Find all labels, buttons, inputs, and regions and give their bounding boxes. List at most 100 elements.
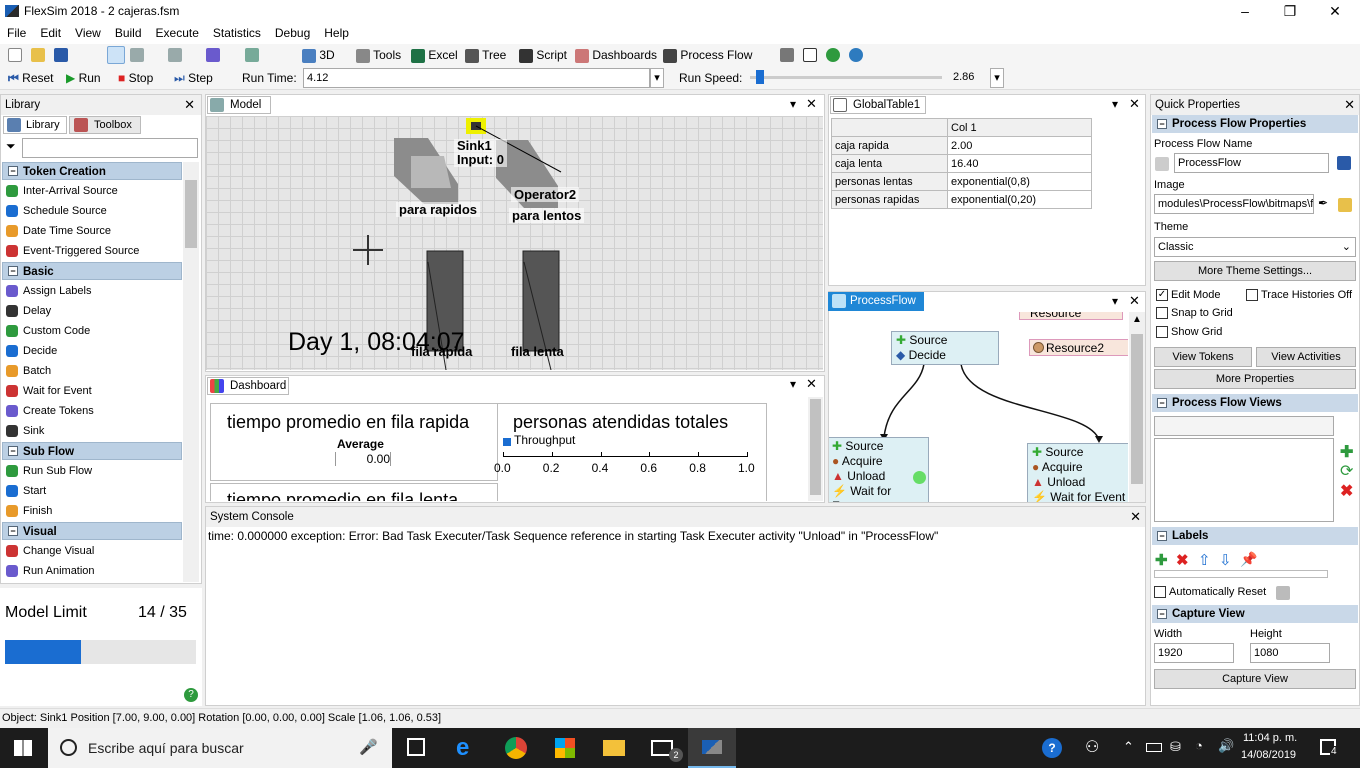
snap-to-grid-checkbox[interactable]: Snap to Grid [1156,307,1233,320]
checkbox-checked[interactable]: ✓ [1156,289,1168,302]
select-mode-icon[interactable] [107,46,125,64]
add-label-icon[interactable]: ✚ [1155,551,1168,569]
toolbar-script-button[interactable]: Script [519,47,567,63]
library-item[interactable]: Run Sub Flow [4,462,92,480]
edge-icon[interactable]: e [456,734,469,762]
maximize-icon[interactable]: ❐ [1267,0,1313,24]
auto-reset-checkbox[interactable]: Automatically Reset [1154,586,1266,599]
toolbar-processflow-button[interactable]: Process Flow [663,47,752,63]
pf-name-field[interactable]: ProcessFlow [1174,153,1329,173]
processflow-canvas[interactable]: ✚ Source ◆ Decide Resource Resource2 ✚ S… [829,312,1128,502]
more-properties-button[interactable]: More Properties [1154,369,1356,389]
link-icon[interactable] [1155,157,1169,171]
pf-activity-source[interactable]: ✚ Source [1032,445,1128,460]
pf-left-block[interactable]: ✚ Source ● Acquire ▲ Unload ⚡ Wait for E… [829,437,929,502]
pick-icon[interactable] [1337,156,1351,170]
toolbar-excel-button[interactable]: Excel [411,47,458,63]
browse-folder-icon[interactable] [1338,198,1352,212]
library-filter-input[interactable] [22,138,198,158]
library-scrollbar[interactable] [183,162,199,582]
library-item[interactable]: Batch [4,362,51,380]
task-view-icon[interactable] [407,738,425,756]
wifi-icon[interactable]: ◔ [1195,738,1203,753]
shape-icon[interactable] [206,48,220,62]
dashboard-dropdown-icon[interactable]: ▾ [790,377,796,391]
pf-activity-source[interactable]: ✚ Source [832,439,924,454]
library-category-visual[interactable]: − Visual [2,522,182,540]
pf-activity-source[interactable]: ✚ Source [896,333,994,348]
library-item[interactable]: Date Time Source [4,222,111,240]
library-item[interactable]: Assign Labels [4,282,92,300]
pf-resource-1[interactable]: Resource [1019,312,1123,320]
help-icon[interactable]: ? [184,688,198,702]
processflow-scroll-thumb[interactable] [1131,334,1143,484]
store-icon[interactable] [555,738,575,758]
clock-date[interactable]: 14/08/2019 [1241,749,1296,761]
more-theme-settings-button[interactable]: More Theme Settings... [1154,261,1356,281]
row-header[interactable]: caja rapida [831,136,948,155]
labels-table[interactable] [1154,570,1328,578]
library-close-icon[interactable]: ✕ [184,95,195,115]
file-explorer-icon[interactable] [603,740,625,756]
network-icon[interactable]: ⛁ [1170,739,1181,755]
microphone-icon[interactable]: 🎤 [359,728,378,768]
dashboard-widget-avg-lenta[interactable]: tiempo promedio en fila lenta [210,483,498,501]
console-close-icon[interactable]: ✕ [1130,507,1141,527]
run-speed-slider-thumb[interactable] [755,70,764,84]
library-item[interactable]: Inter-Arrival Source [4,182,118,200]
checkbox-unchecked[interactable] [1246,289,1258,302]
views-list[interactable] [1154,438,1334,522]
row-header[interactable]: caja lenta [831,154,948,173]
run-speed-dropdown[interactable]: ▾ [990,68,1004,88]
trace-histories-checkbox[interactable]: Trace Histories Off [1246,289,1352,302]
close-icon[interactable]: ✕ [1312,0,1358,24]
run-time-dropdown[interactable]: ▾ [650,68,664,88]
dashboard-scroll-thumb[interactable] [810,399,821,495]
library-item[interactable]: Sink [4,422,44,440]
taskbar-search-box[interactable]: Escribe aquí para buscar 🎤 [48,728,392,768]
checkbox-unchecked[interactable] [1154,586,1166,599]
pf-activity-acquire[interactable]: ● Acquire [832,454,924,469]
library-item[interactable]: Custom Code [4,322,90,340]
connect-icon[interactable] [130,48,144,62]
globaltable-close-icon[interactable]: ✕ [1129,96,1140,112]
pf-activity-acquire[interactable]: ● Acquire [1032,460,1128,475]
token-icon[interactable] [913,471,926,484]
tray-chevron-icon[interactable]: ⌃ [1123,739,1134,755]
pf-right-block[interactable]: ✚ Source ● Acquire ▲ Unload ⚡ Wait for E… [1027,443,1128,502]
eyedropper-icon[interactable]: ✒ [1318,196,1328,210]
window-icon[interactable] [803,48,817,62]
view-tokens-button[interactable]: View Tokens [1154,347,1252,367]
processflow-close-icon[interactable]: ✕ [1129,293,1140,309]
height-field[interactable]: 1080 [1250,643,1330,663]
connect-dropdown-icon[interactable] [168,48,182,62]
library-scroll-thumb[interactable] [185,180,197,248]
library-item[interactable]: Finish [4,502,52,520]
show-grid-checkbox[interactable]: Show Grid [1156,326,1222,339]
capture-view-button[interactable]: Capture View [1154,669,1356,689]
move-up-icon[interactable]: ⇧ [1198,551,1211,569]
pf-activity-wait-for-event[interactable]: ⚡ Wait for Event [1032,490,1128,502]
help-icon[interactable] [826,48,840,62]
console-output[interactable]: time: 0.000000 exception: Error: Bad Tas… [206,527,1145,545]
reset-button[interactable]: ⏮ Reset [8,71,54,86]
model-close-icon[interactable]: ✕ [806,96,817,112]
layout-icon[interactable] [780,48,794,62]
pf-activity-decide[interactable]: ◆ Decide [896,348,994,363]
refresh-view-icon[interactable]: ⟳ [1340,461,1353,481]
section-process-flow-properties[interactable]: − Process Flow Properties [1152,115,1358,133]
remove-view-icon[interactable]: ✖ [1340,481,1353,501]
image-field[interactable]: modules\ProcessFlow\bitmaps\f [1154,194,1314,214]
checkbox-unchecked[interactable] [1156,307,1168,320]
model-3d-view[interactable]: Sink1 Input: 0 para rapidos Operator2 par… [206,116,823,370]
grid-icon[interactable] [245,48,259,62]
library-item[interactable]: Schedule Source [4,202,107,220]
width-field[interactable]: 1920 [1154,643,1234,663]
scroll-up-icon[interactable]: ▲ [1132,314,1142,325]
toolbar-dashboards-button[interactable]: Dashboards [575,47,657,63]
stop-button[interactable]: ■ Stop [118,71,153,85]
add-view-icon[interactable]: ✚ [1340,442,1353,462]
library-category-token-creation[interactable]: − Token Creation [2,162,182,180]
library-item[interactable]: Delay [4,302,51,320]
menu-execute[interactable]: Execute [149,24,206,40]
